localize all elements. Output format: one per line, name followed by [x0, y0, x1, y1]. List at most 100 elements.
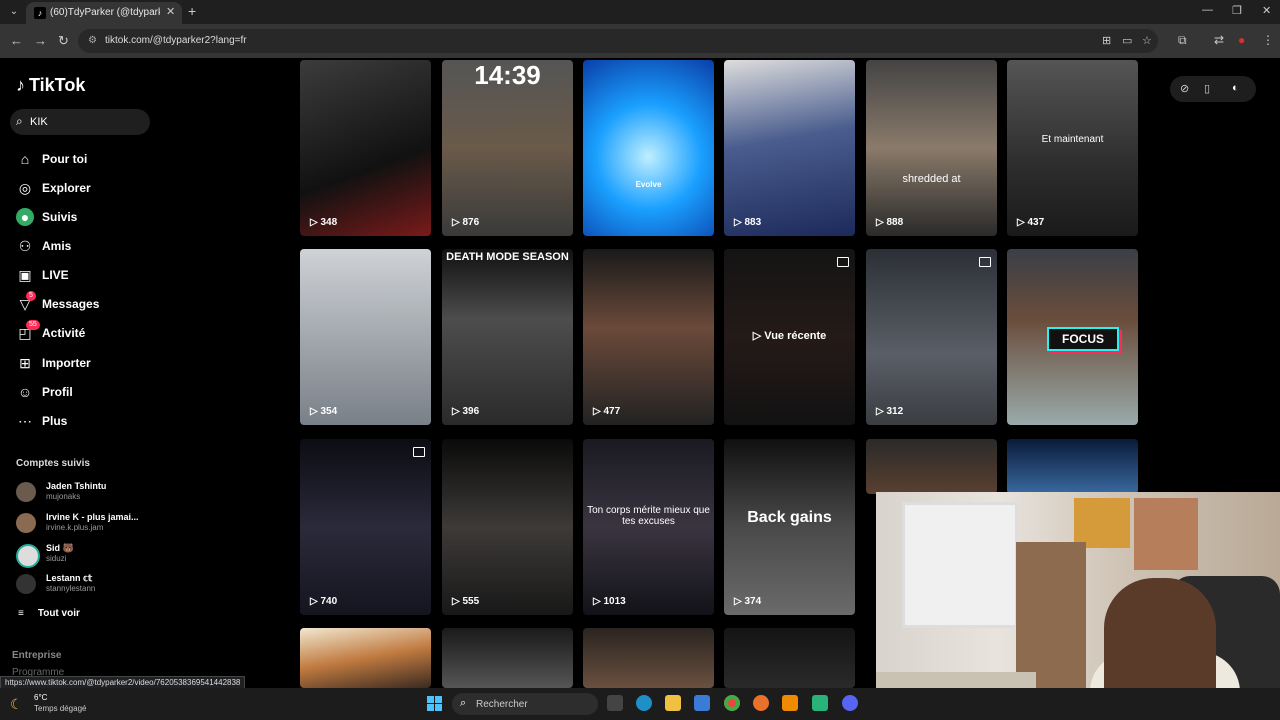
site-info-icon[interactable]: ⚙ [88, 35, 97, 46]
profile-avatar-icon[interactable]: ● [1238, 33, 1245, 47]
video-caption: FOCUS [1047, 327, 1119, 351]
edge-icon[interactable] [636, 695, 652, 711]
followed-account[interactable]: Jaden Tshintu mujonaks [16, 480, 216, 510]
chrome-icon[interactable] [724, 695, 740, 711]
sidebar-item-pour-toi[interactable]: ⌂ Pour toi [16, 150, 216, 170]
webcam-overlay [876, 492, 1280, 720]
sidebar-item-profil[interactable]: ☺ Profil [16, 383, 216, 403]
sidebar-item-label: Messages [42, 297, 100, 311]
new-tab-plus-icon[interactable]: + [188, 3, 196, 19]
windows-start-icon[interactable] [427, 696, 442, 711]
url-text[interactable]: tiktok.com/@tdyparker2?lang=fr [105, 35, 247, 46]
video-tile[interactable]: ▷ 555 [442, 439, 573, 615]
search-icon: ⌕ [16, 114, 23, 128]
video-tile[interactable]: ▷ 312 [866, 249, 997, 425]
video-tile[interactable] [583, 628, 714, 688]
bookmark-star-icon[interactable]: ☆ [1142, 34, 1152, 47]
browser-menu-icon[interactable]: ⋮ [1262, 33, 1274, 47]
theme-toggle-icon[interactable]: ◐ [1232, 82, 1239, 94]
close-tab-icon[interactable]: ✕ [166, 5, 175, 18]
reload-icon[interactable]: ↻ [58, 33, 69, 49]
task-view-icon[interactable] [607, 695, 623, 711]
account-handle: irvine.k.plus.jam [46, 523, 104, 532]
video-tile[interactable] [866, 439, 997, 494]
video-tile[interactable]: 14:39 ▷ 876 [442, 60, 573, 236]
sidebar-item-live[interactable]: ▣ LIVE [16, 266, 216, 286]
video-tile[interactable]: shredded at ▷ 888 [866, 60, 997, 236]
video-tile[interactable]: Ton corps mérite mieux que tes excuses ▷ … [583, 439, 714, 615]
video-tile[interactable]: ▷ 883 [724, 60, 855, 236]
avatar [16, 544, 40, 568]
sidebar-item-suivis[interactable]: ● Suivis [16, 208, 216, 228]
file-explorer-icon[interactable] [665, 695, 681, 711]
video-tile[interactable]: Back gains ▷ 374 [724, 439, 855, 615]
company-link[interactable]: Entreprise [12, 650, 61, 661]
tab-list-chevron-icon[interactable]: ⌄ [6, 4, 22, 20]
firefox-icon[interactable] [753, 695, 769, 711]
search-query[interactable]: KIK [30, 116, 48, 128]
keyboard-shortcut-icon[interactable]: ⊘ [1180, 82, 1189, 95]
list-icon: ≡ [18, 608, 24, 619]
forward-arrow-icon[interactable]: → [34, 33, 47, 48]
device-icon[interactable]: ▯ [1204, 82, 1210, 95]
video-tile[interactable]: ▷ Vue récente [724, 249, 855, 425]
video-tile[interactable] [724, 628, 855, 688]
sidebar-item-label: Activité [42, 326, 86, 340]
compass-icon: ◎ [18, 180, 32, 196]
video-tile[interactable]: ▷ 354 [300, 249, 431, 425]
view-count: ▷ 477 [593, 406, 621, 417]
video-tile[interactable] [442, 628, 573, 688]
video-tile[interactable]: ▷ 740 [300, 439, 431, 615]
see-all-link[interactable]: ≡ Tout voir [18, 608, 80, 619]
view-count: ▷ 555 [452, 596, 480, 607]
sidebar-item-messages[interactable]: ▽ 5 Messages [16, 291, 216, 315]
sidebar-item-importer[interactable]: ⊞ Importer [16, 354, 216, 374]
video-tile[interactable]: ▷ 477 [583, 249, 714, 425]
video-caption: Ton corps mérite mieux que tes excuses [587, 505, 710, 527]
followed-accounts-title: Comptes suivis [16, 458, 90, 469]
followed-account[interactable]: Sid 🐻 siduzi [16, 542, 216, 572]
view-count: ▷ 1013 [593, 596, 626, 607]
tiktok-logo[interactable]: ♪ TikTok [16, 75, 85, 96]
more-icon: ⋯ [18, 413, 32, 429]
video-tile[interactable]: Et maintenant ▷ 437 [1007, 60, 1138, 236]
sidebar-item-activite[interactable]: ◰ 55 Activité [16, 320, 216, 344]
view-count: ▷ 354 [310, 406, 338, 417]
search-input[interactable]: ⌕ KIK [10, 109, 150, 135]
browser-tab[interactable]: ♪ (60)TdyParker (@tdyparker2) | T ✕ [26, 2, 182, 24]
app-icon[interactable] [812, 695, 828, 711]
extensions-puzzle-icon[interactable]: ⧉ [1178, 33, 1187, 48]
pinned-icon [837, 257, 849, 267]
cast-icon[interactable]: ▭ [1122, 34, 1132, 47]
followed-account[interactable]: Irvine K - plus jamai... irvine.k.plus.ja… [16, 511, 216, 541]
video-tile[interactable]: FOCUS [1007, 249, 1138, 425]
vlc-icon[interactable] [782, 695, 798, 711]
view-count: ▷ 876 [452, 217, 480, 228]
view-count: ▷ 312 [876, 406, 904, 417]
discord-icon[interactable] [842, 695, 858, 711]
sidebar-item-label: Profil [42, 385, 73, 399]
omnibox[interactable]: ⚙ tiktok.com/@tdyparker2?lang=fr ⊞ ▭ ☆ [78, 29, 1158, 53]
maximize-icon[interactable]: ❐ [1232, 4, 1242, 17]
avatar [16, 482, 36, 502]
followed-account[interactable]: Lestann 𝕔𝕥 stannylestann [16, 572, 216, 602]
video-tile[interactable]: Evolve [583, 60, 714, 236]
taskbar-search[interactable]: ⌕ Rechercher [452, 693, 598, 715]
extension-icon[interactable]: ⇄ [1214, 33, 1224, 47]
messages-badge: 5 [26, 291, 36, 301]
sidebar-item-plus[interactable]: ⋯ Plus [16, 412, 216, 432]
view-count: ▷ 888 [876, 217, 904, 228]
video-tile[interactable] [300, 628, 431, 688]
video-tile[interactable] [1007, 439, 1138, 494]
search-icon: ⌕ [460, 697, 467, 709]
store-icon[interactable] [694, 695, 710, 711]
video-tile[interactable]: DEATH MODE SEASON ▷ 396 [442, 249, 573, 425]
sidebar: ♪ TikTok ⌕ KIK ⌂ Pour toi ◎ Explorer ● Suivi… [0, 58, 290, 688]
video-tile[interactable]: ▷ 348 [300, 60, 431, 236]
sidebar-item-amis[interactable]: ⚇ Amis [16, 237, 216, 257]
sidebar-item-explorer[interactable]: ◎ Explorer [16, 179, 216, 199]
back-arrow-icon[interactable]: ← [10, 33, 23, 48]
minimize-icon[interactable]: — [1202, 4, 1213, 16]
close-window-icon[interactable]: ✕ [1262, 4, 1271, 17]
translate-icon[interactable]: ⊞ [1102, 34, 1111, 47]
